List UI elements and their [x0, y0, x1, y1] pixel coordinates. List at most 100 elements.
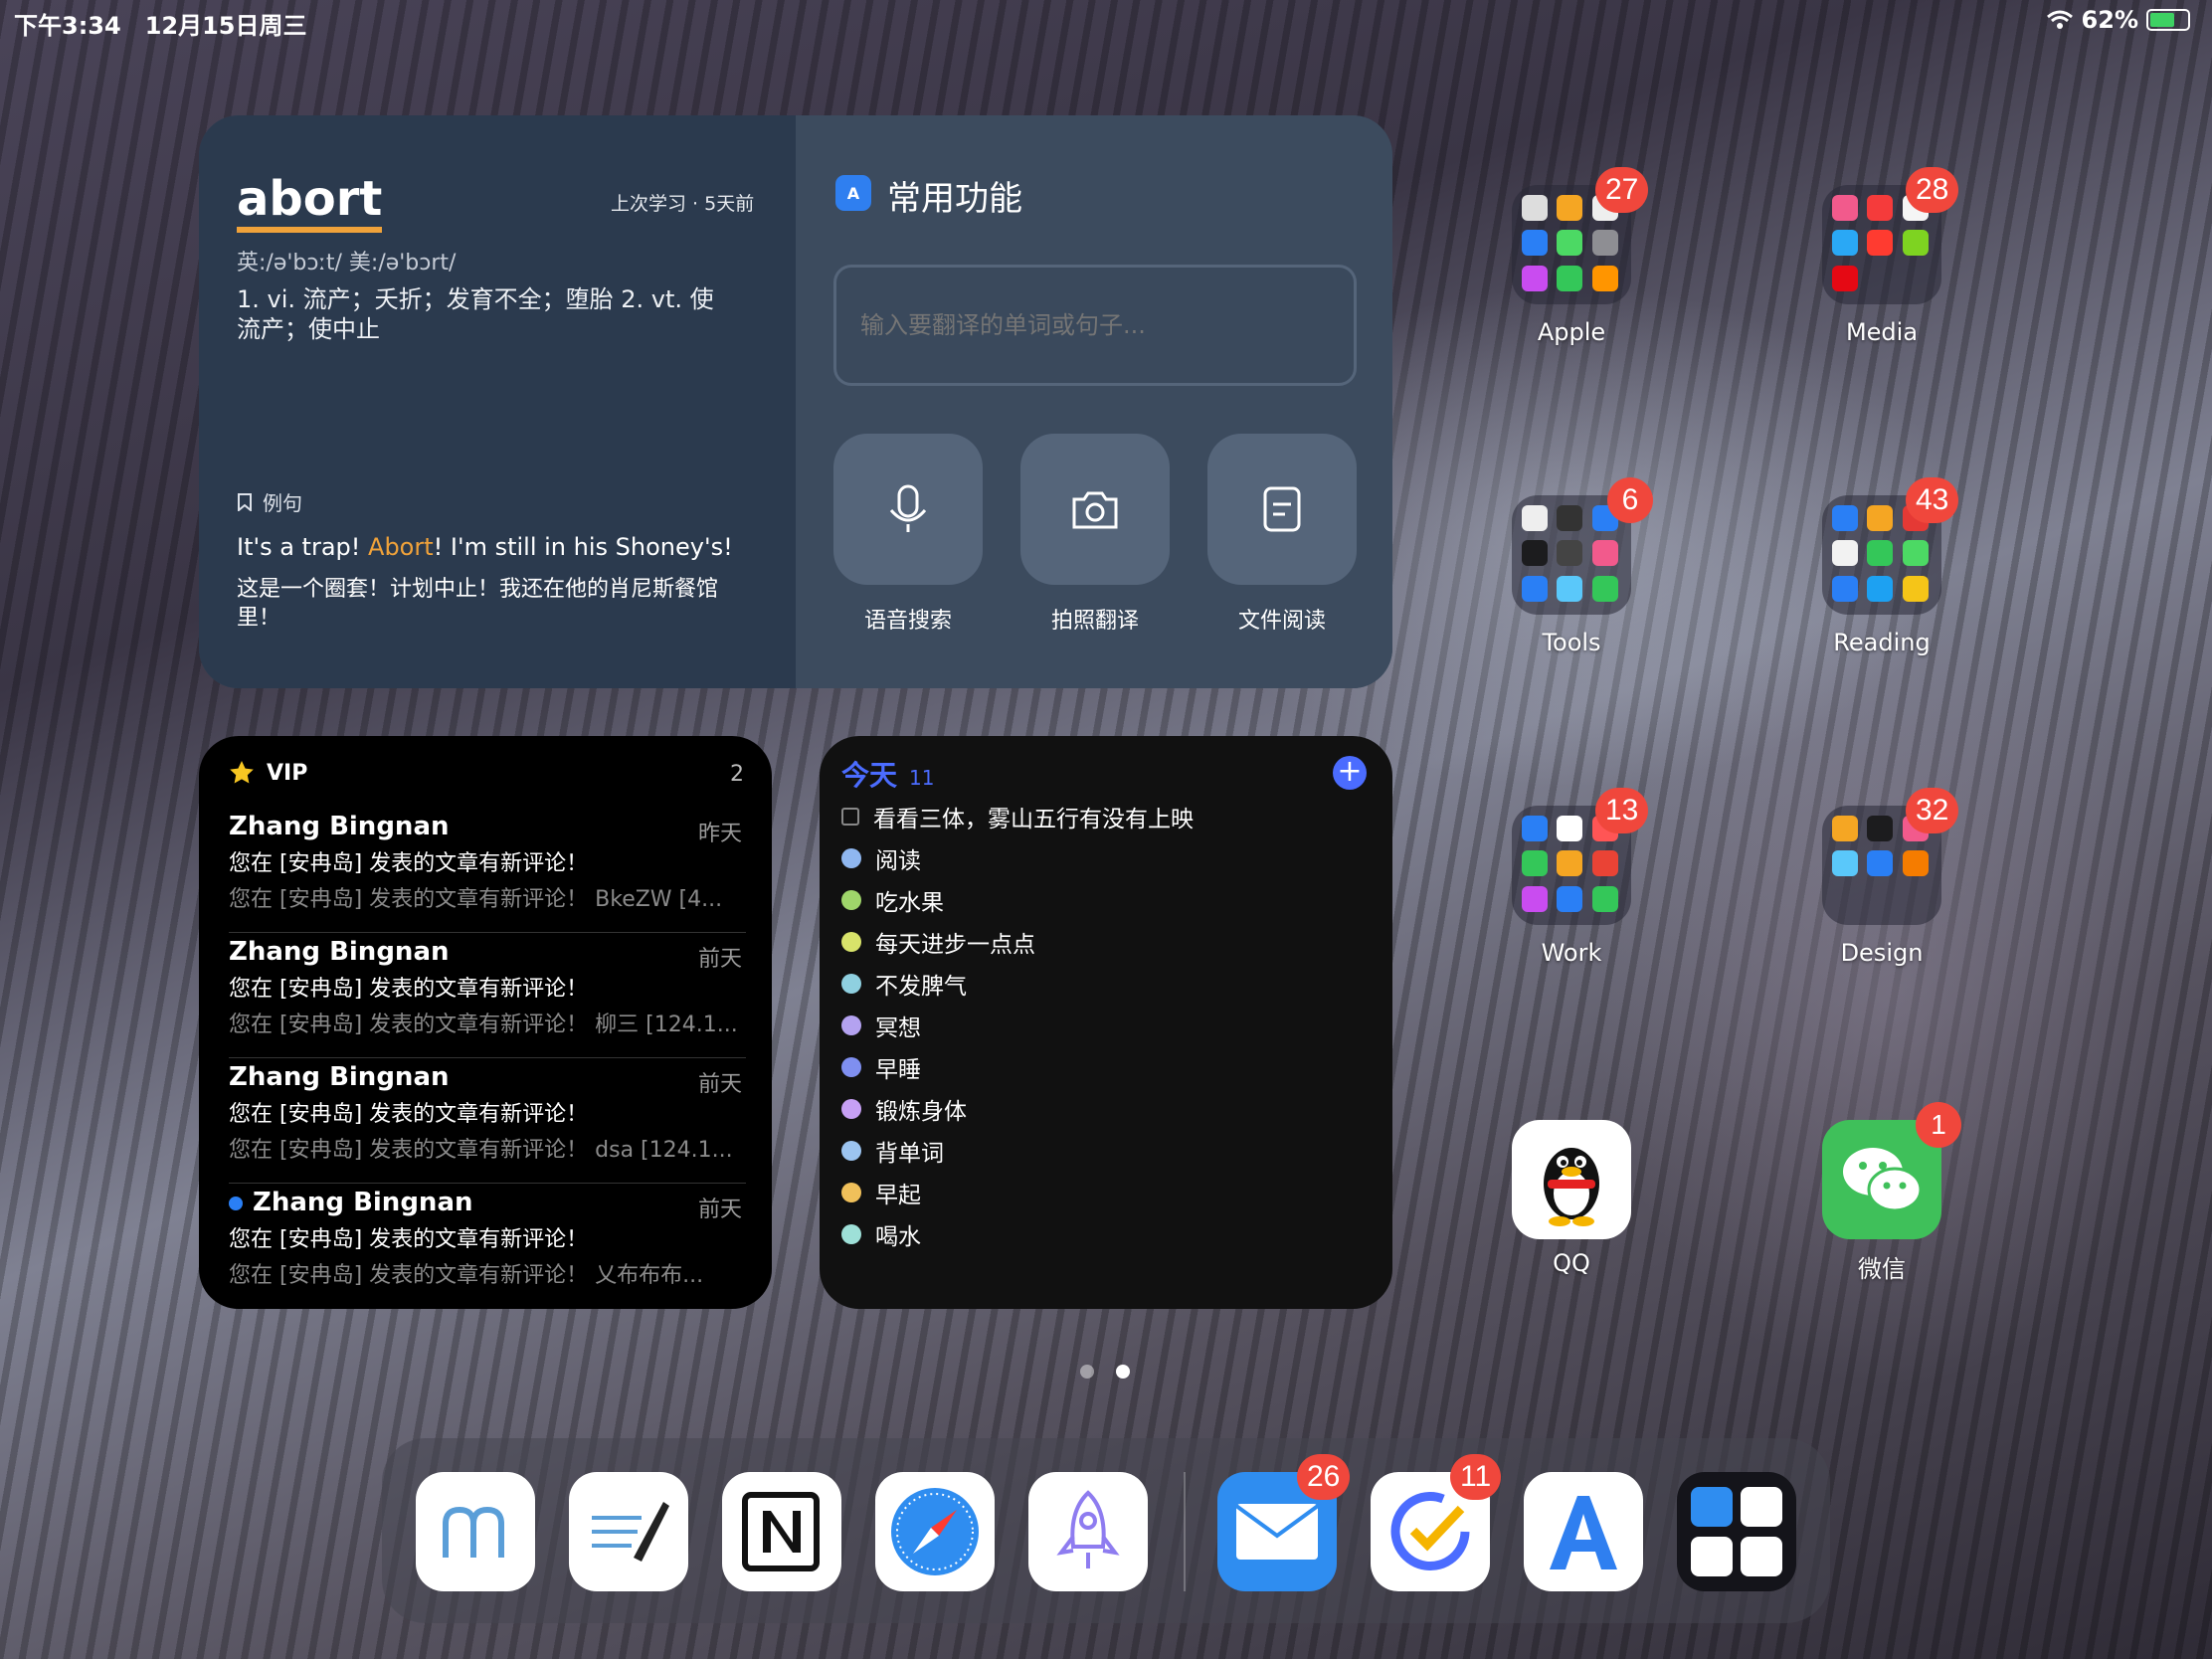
status-date: 12月15日周三 [144, 12, 307, 40]
todo-label: 喝水 [875, 1224, 921, 1250]
play-mini-icon [1741, 1487, 1782, 1527]
add-task-button[interactable]: + [1333, 756, 1367, 790]
example-highlight: Abort [368, 533, 434, 561]
vip-header: VIP [229, 760, 307, 786]
example-chinese: 这是一个圈套！计划中止！我还在他的肖尼斯餐馆里！ [237, 577, 719, 631]
mail-mini-icon [1691, 1487, 1733, 1527]
dictionary-app-icon: A [835, 175, 871, 211]
page-indicator-dot-active[interactable] [1116, 1365, 1130, 1379]
mail-preview: 您在 [安冉岛] 发表的文章有新评论！ 柳三 [124.1... [229, 1013, 738, 1037]
video-mini-icon [1741, 1537, 1782, 1576]
pen-notes-icon [592, 1502, 669, 1562]
app-badge: 1 [1916, 1102, 1961, 1148]
app-label: 微信 [1858, 1255, 1906, 1283]
app-label: QQ [1553, 1249, 1590, 1277]
habit-icon [841, 1099, 861, 1119]
mail-sender-row: Zhang Bingnan [229, 1188, 746, 1217]
todo-header: 今天 11 [841, 754, 934, 794]
mail-vip-widget[interactable]: VIP 2 Zhang Bingnan 昨天 您在 [安冉岛] 发表的文章有新评… [199, 736, 772, 1309]
todo-item[interactable]: 阅读 [841, 841, 921, 875]
dock-app-rocket[interactable] [1028, 1472, 1148, 1591]
todo-item[interactable]: 冥想 [841, 1009, 921, 1042]
todo-label: 背单词 [875, 1141, 944, 1167]
todo-widget[interactable]: 今天 11 + 看看三体，雾山五行有没有上映 阅读 吃水果 每天进步一点点 不发脾… [820, 736, 1392, 1309]
folder-badge: 13 [1595, 788, 1649, 833]
file-read-label: 文件阅读 [1237, 609, 1326, 634]
camera-icon [1072, 491, 1118, 529]
voice-search-button[interactable] [833, 434, 983, 585]
battery-icon [2146, 9, 2190, 31]
mail-message[interactable]: Zhang Bingnan 昨天 您在 [安冉岛] 发表的文章有新评论！ 您在 … [229, 812, 746, 933]
mail-message[interactable]: Zhang Bingnan 前天 您在 [安冉岛] 发表的文章有新评论！ 您在 … [229, 937, 746, 1058]
file-read-button[interactable] [1207, 434, 1357, 585]
tasks-badge: 11 [1450, 1454, 1502, 1500]
todo-item[interactable]: 锻炼身体 [841, 1092, 967, 1126]
todo-item[interactable]: 每天进步一点点 [841, 925, 1035, 959]
dock: 26 11 [382, 1438, 1830, 1623]
rocket-icon [1056, 1490, 1120, 1568]
todo-label: 看看三体，雾山五行有没有上映 [873, 807, 1194, 832]
habit-icon [841, 890, 861, 910]
translate-input[interactable] [833, 265, 1357, 386]
habit-icon [841, 1015, 861, 1035]
folder-label: Design [1840, 939, 1924, 967]
dock-app-safari[interactable] [875, 1472, 995, 1591]
habit-icon [841, 1057, 861, 1077]
mail-subject: 您在 [安冉岛] 发表的文章有新评论！ [229, 1102, 589, 1127]
habit-icon [841, 1141, 861, 1161]
mail-date: 昨天 [697, 822, 742, 846]
vip-title: VIP [267, 760, 308, 786]
unread-dot [229, 1196, 243, 1210]
mail-date: 前天 [697, 947, 742, 972]
mail-message[interactable]: Zhang Bingnan 前天 您在 [安冉岛] 发表的文章有新评论！ 您在 … [229, 1062, 746, 1184]
checkmark-circle-icon [1390, 1492, 1470, 1570]
todo-item[interactable]: 早起 [841, 1176, 921, 1209]
photos-mini-icon [1691, 1537, 1733, 1576]
dictionary-widget[interactable]: abort 上次学习 · 5天前 英:/ə'bɔːt/ 美:/ə'bɔrt/ 1… [199, 115, 1392, 688]
todo-item[interactable]: 看看三体，雾山五行有没有上映 [841, 800, 1194, 833]
wechat-icon [1843, 1148, 1923, 1212]
checkbox-icon[interactable] [841, 808, 859, 826]
todo-item[interactable]: 早睡 [841, 1050, 921, 1084]
todo-item[interactable]: 背单词 [841, 1134, 944, 1168]
mail-badge: 26 [1297, 1454, 1351, 1500]
todo-item[interactable]: 不发脾气 [841, 967, 967, 1001]
dock-app-library[interactable] [1677, 1472, 1796, 1591]
todo-label: 阅读 [875, 848, 921, 874]
mail-sender: Zhang Bingnan [229, 812, 450, 841]
example-en-post: ! I'm still in his Shoney's! [433, 533, 733, 561]
compass-icon [891, 1488, 979, 1575]
todo-label: 不发脾气 [875, 974, 967, 1000]
mail-preview: 您在 [安冉岛] 发表的文章有新评论！ dsa [124.1... [229, 1138, 733, 1163]
page-indicator-dot[interactable] [1080, 1365, 1094, 1379]
habit-icon [841, 1224, 861, 1244]
example-en-pre: It's a trap! [237, 533, 369, 561]
dock-app-notion[interactable] [722, 1472, 841, 1591]
word-card[interactable]: abort 上次学习 · 5天前 英:/ə'bɔːt/ 美:/ə'bɔrt/ 1… [199, 115, 796, 688]
definition: 1. vi. 流产；夭折；发育不全；堕胎 2. vt. 使流产；使中止 [237, 285, 714, 343]
qq-app[interactable] [1512, 1120, 1631, 1239]
mail-preview: 您在 [安冉岛] 发表的文章有新评论！ 乂布布布... [229, 1263, 704, 1288]
dock-app-translate[interactable] [1524, 1472, 1643, 1591]
mail-subject: 您在 [安冉岛] 发表的文章有新评论！ [229, 1227, 589, 1252]
example-english: It's a trap! Abort! I'm still in his Sho… [237, 533, 754, 561]
notion-icon [742, 1492, 820, 1571]
voice-search-label: 语音搜索 [863, 609, 952, 634]
folder-label: Work [1541, 939, 1602, 967]
mail-preview: 您在 [安冉岛] 发表的文章有新评论！ BkeZW [4... [229, 887, 723, 912]
mail-message[interactable]: Zhang Bingnan 前天 您在 [安冉岛] 发表的文章有新评论！ 您在 … [229, 1188, 746, 1309]
habit-icon [841, 848, 861, 868]
todo-count: 11 [909, 766, 935, 790]
word-title: abort [237, 171, 383, 233]
mail-date: 前天 [697, 1198, 742, 1222]
battery-percent: 62% [2081, 6, 2138, 34]
habit-icon [841, 932, 861, 952]
dock-app-notes[interactable] [569, 1472, 688, 1591]
folder-label: Tools [1542, 629, 1601, 656]
photo-translate-button[interactable] [1020, 434, 1170, 585]
wifi-icon [2046, 10, 2073, 29]
bookmark-icon [238, 492, 252, 511]
todo-item[interactable]: 喝水 [841, 1217, 921, 1251]
dock-app-writer[interactable] [416, 1472, 535, 1591]
todo-item[interactable]: 吃水果 [841, 883, 944, 917]
